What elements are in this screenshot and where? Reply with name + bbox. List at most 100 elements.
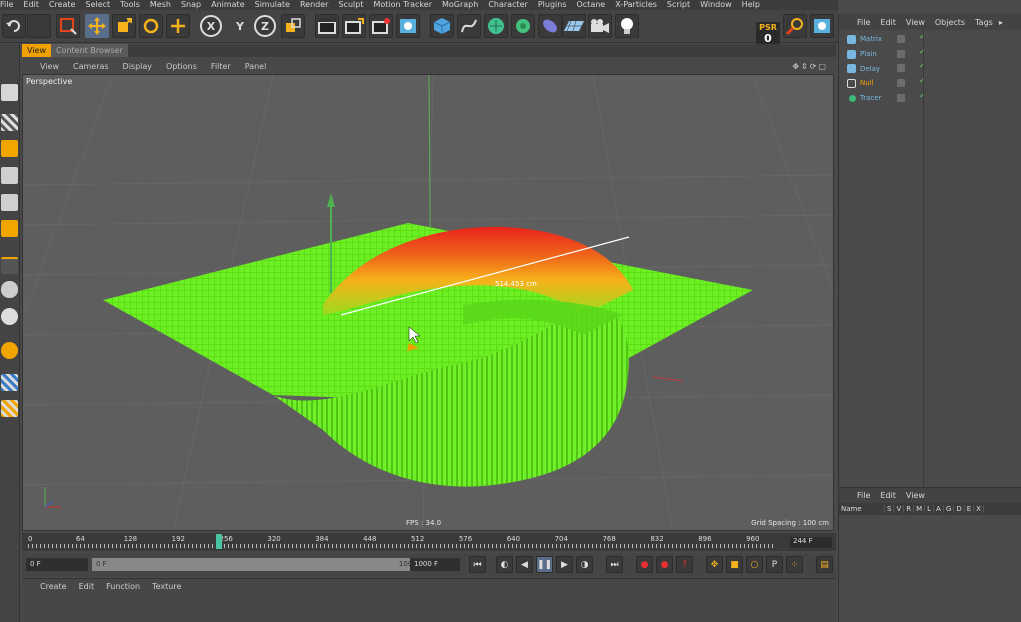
tweak-mode-icon[interactable] [1,281,18,298]
menu-file[interactable]: File [0,0,13,10]
x-axis-lock-button[interactable]: X [200,15,222,37]
material-menu-edit[interactable]: Edit [79,582,95,591]
menu-window[interactable]: Window [700,0,732,10]
light-bulb-icon[interactable] [615,14,639,38]
render-to-picture-viewer-icon[interactable] [369,14,393,38]
object-visibility[interactable] [897,35,905,43]
previous-key-icon[interactable]: ◐ [496,556,513,573]
column-m[interactable]: M [914,505,926,513]
column-s[interactable]: S [885,505,895,513]
menu-help[interactable]: Help [742,0,760,10]
tab-content-browser[interactable]: Content Browser [50,44,128,57]
object-visibility[interactable] [897,93,905,102]
column-g[interactable]: G [944,505,955,513]
record-parameter-icon[interactable]: P [766,556,783,573]
tab-view[interactable]: View [22,44,51,57]
column-a[interactable]: A [934,505,944,513]
menu-sculpt[interactable]: Sculpt [338,0,363,10]
autokeying-icon[interactable]: ● [656,556,673,573]
column-r[interactable]: R [904,505,915,513]
snapping-icon[interactable] [1,308,18,325]
record-position-icon[interactable]: ✥ [706,556,723,573]
magnifier-tool-icon[interactable] [783,14,807,38]
menu-plugins[interactable]: Plugins [538,0,567,10]
redo-icon[interactable] [27,14,51,38]
spline-pen-icon[interactable] [457,14,481,38]
layer-menu-file[interactable]: File [857,491,870,500]
end-frame-field[interactable]: 1000 F [410,558,460,571]
material-menu-texture[interactable]: Texture [152,582,181,591]
live-selection-plus-icon[interactable] [166,14,190,38]
render-region-icon[interactable] [342,14,366,38]
camera-icon[interactable] [588,14,612,38]
polygons-mode-icon[interactable] [1,220,18,237]
axis-mode-icon[interactable] [1,257,18,274]
floor-scene-icon[interactable] [562,14,586,38]
layer-menu-edit[interactable]: Edit [880,491,896,500]
menu-mesh[interactable]: Mesh [150,0,171,10]
obj-menu-more-icon[interactable]: ▸ [999,18,1003,27]
render-settings-icon[interactable] [396,14,420,38]
magnet-icon[interactable] [1,342,18,359]
menu-x-particles[interactable]: X-Particles [615,0,657,10]
column-d[interactable]: D [954,505,965,513]
object-manager-divider[interactable] [923,30,924,486]
scale-tool-icon[interactable] [112,14,136,38]
obj-menu-view[interactable]: View [906,18,925,27]
edges-mode-icon[interactable] [1,194,18,211]
menu-character[interactable]: Character [488,0,528,10]
locked-workplane-icon[interactable] [1,374,18,391]
material-menu-create[interactable]: Create [40,582,67,591]
planar-workplane-icon[interactable] [1,400,18,417]
preview-range-slider[interactable]: 1000 F 0 F [92,558,427,571]
object-visibility[interactable] [897,49,905,58]
menu-select[interactable]: Select [85,0,110,10]
viewport-menu-filter[interactable]: Filter [211,62,231,71]
move-tool-icon[interactable] [85,14,109,38]
perspective-viewport[interactable]: Perspective 514.453 cm FPS : 34.0 Grid S… [22,74,834,531]
object-row-delay[interactable]: Delay ✓ [847,61,926,76]
render-view-icon[interactable] [315,14,339,38]
cloner-icon[interactable] [511,14,535,38]
previous-frame-icon[interactable]: ◀ [516,556,533,573]
coordinate-system-icon[interactable] [281,14,305,38]
subdivision-surface-icon[interactable] [484,14,508,38]
object-row-matrix[interactable]: Matrix ✓ [847,32,926,47]
column-l[interactable]: L [925,505,935,513]
start-frame-field[interactable]: 0 F [26,558,88,571]
viewport-menu-display[interactable]: Display [123,62,153,71]
next-frame-icon[interactable]: ▶ [556,556,573,573]
object-visibility[interactable] [897,64,905,73]
menu-simulate[interactable]: Simulate [255,0,290,10]
object-visibility[interactable] [897,79,905,88]
material-menu-function[interactable]: Function [106,582,140,591]
obj-menu-edit[interactable]: Edit [880,18,896,27]
deformer-icon[interactable] [538,14,562,38]
column-x[interactable]: X [974,505,984,513]
render-settings-alt-icon[interactable] [810,14,834,38]
texture-mode-icon[interactable] [1,114,18,131]
menu-animate[interactable]: Animate [211,0,245,10]
record-keys-icon[interactable]: ● [636,556,653,573]
z-axis-lock-button[interactable]: Z [254,15,276,37]
go-to-end-icon[interactable]: ⏭ [606,556,623,573]
record-point-level-icon[interactable]: ⁘ [786,556,803,573]
keyframe-selection-icon[interactable]: ? [676,556,693,573]
workplane-mode-icon[interactable] [1,140,18,157]
menu-motion-tracker[interactable]: Motion Tracker [373,0,432,10]
rotate-tool-icon[interactable] [139,14,163,38]
menu-tools[interactable]: Tools [120,0,140,10]
object-row-tracer[interactable]: Tracer ✓ [847,91,926,106]
column-name[interactable]: Name [839,505,885,513]
timeline-playhead[interactable] [216,534,223,549]
obj-menu-tags[interactable]: Tags [975,18,993,27]
viewport-scene[interactable] [23,75,834,531]
next-key-icon[interactable]: ◑ [576,556,593,573]
menu-create[interactable]: Create [49,0,76,10]
record-scale-icon[interactable]: ■ [726,556,743,573]
obj-menu-objects[interactable]: Objects [935,18,965,27]
menu-octane[interactable]: Octane [576,0,605,10]
menu-render[interactable]: Render [300,0,328,10]
obj-menu-file[interactable]: File [857,18,870,27]
go-to-start-icon[interactable]: ⏮ [469,556,486,573]
